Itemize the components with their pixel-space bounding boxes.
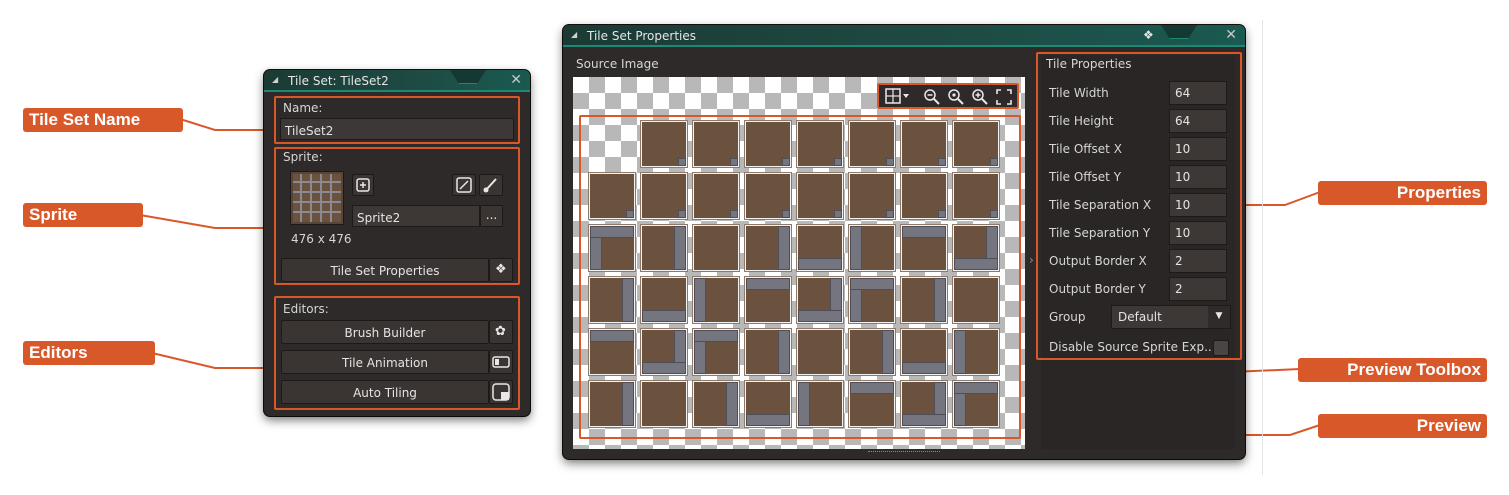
auto-tiling-button[interactable]: Auto Tiling — [281, 380, 489, 404]
name-label: Name: — [283, 101, 323, 115]
name-input[interactable]: TileSet2 — [280, 118, 514, 140]
sprite-thumbnail[interactable] — [290, 171, 344, 225]
auto-tiling-icon — [492, 383, 510, 401]
sprite-size: 476 x 476 — [291, 232, 352, 246]
close-icon[interactable]: ✕ — [510, 72, 522, 88]
callout-sprite: Sprite — [23, 203, 143, 227]
new-sprite-button[interactable] — [352, 174, 374, 196]
brush-builder-icon: ✿ — [495, 324, 506, 339]
sprite-label: Sprite: — [283, 150, 323, 164]
tile-set-properties-icon-button[interactable]: ❖ — [489, 258, 513, 282]
add-sprite-icon — [356, 178, 370, 192]
tile-set-properties-label: Tile Set Properties — [330, 264, 440, 278]
tileset-window: ◢ Tile Set: TileSet2 ✕ Name: TileSet2 Sp… — [264, 70, 530, 416]
tileset-window-title: Tile Set: TileSet2 — [288, 74, 389, 88]
collapse-icon[interactable]: ◢ — [272, 75, 278, 84]
preview-canvas[interactable] — [573, 77, 1025, 449]
tile-animation-icon — [492, 356, 510, 368]
zoom-in-icon[interactable] — [971, 88, 989, 110]
panel-splitter-icon[interactable]: › — [1029, 253, 1034, 267]
brush-icon — [483, 178, 497, 193]
diamond-tiles-icon: ❖ — [495, 262, 507, 277]
callout-tile-set-name: Tile Set Name — [23, 108, 183, 132]
brush-builder-label: Brush Builder — [344, 326, 426, 340]
diamond-tiles-icon: ❖ — [1143, 28, 1154, 42]
tile-set-properties-window: ◢ Tile Set Properties ❖ ✕ Source Image ›… — [563, 25, 1245, 459]
collapse-icon[interactable]: ◢ — [571, 30, 577, 39]
zoom-out-icon[interactable] — [923, 88, 941, 110]
callout-preview: Preview — [1318, 414, 1487, 438]
edit-image-icon — [456, 177, 472, 193]
tile-animation-button[interactable]: Tile Animation — [281, 350, 489, 374]
tile-set-properties-button[interactable]: Tile Set Properties — [281, 258, 489, 282]
divider — [1262, 20, 1263, 475]
source-image-label: Source Image — [576, 57, 659, 71]
callout-editors: Editors — [23, 341, 155, 365]
tile-animation-label: Tile Animation — [341, 356, 428, 370]
sprite-menu-button[interactable]: ... — [480, 205, 503, 227]
preview-toolbox — [877, 83, 1019, 109]
fit-screen-icon[interactable] — [995, 88, 1013, 110]
callout-preview-toolbox: Preview Toolbox — [1298, 358, 1487, 382]
edit-image-button[interactable] — [452, 174, 476, 196]
resize-grip[interactable] — [868, 451, 940, 454]
brush-builder-icon-button[interactable]: ✿ — [489, 320, 513, 344]
properties-window-title: Tile Set Properties — [587, 29, 696, 43]
preview-highlight — [579, 115, 1021, 439]
auto-tiling-icon-button[interactable] — [489, 380, 513, 404]
editors-label: Editors: — [283, 302, 329, 316]
properties-highlight — [1036, 52, 1242, 360]
auto-tiling-label: Auto Tiling — [353, 386, 417, 400]
tileset-window-titlebar[interactable]: ◢ Tile Set: TileSet2 ✕ — [264, 70, 530, 92]
tile-animation-icon-button[interactable] — [489, 350, 513, 374]
close-icon[interactable]: ✕ — [1225, 27, 1237, 43]
paint-button[interactable] — [479, 174, 503, 196]
brush-builder-button[interactable]: Brush Builder — [281, 320, 489, 344]
properties-window-titlebar[interactable]: ◢ Tile Set Properties ❖ ✕ — [563, 25, 1245, 47]
callout-properties: Properties — [1318, 181, 1487, 205]
grid-icon[interactable] — [885, 87, 911, 109]
zoom-reset-icon[interactable] — [947, 88, 965, 110]
sprite-select[interactable]: Sprite2 — [352, 205, 480, 227]
